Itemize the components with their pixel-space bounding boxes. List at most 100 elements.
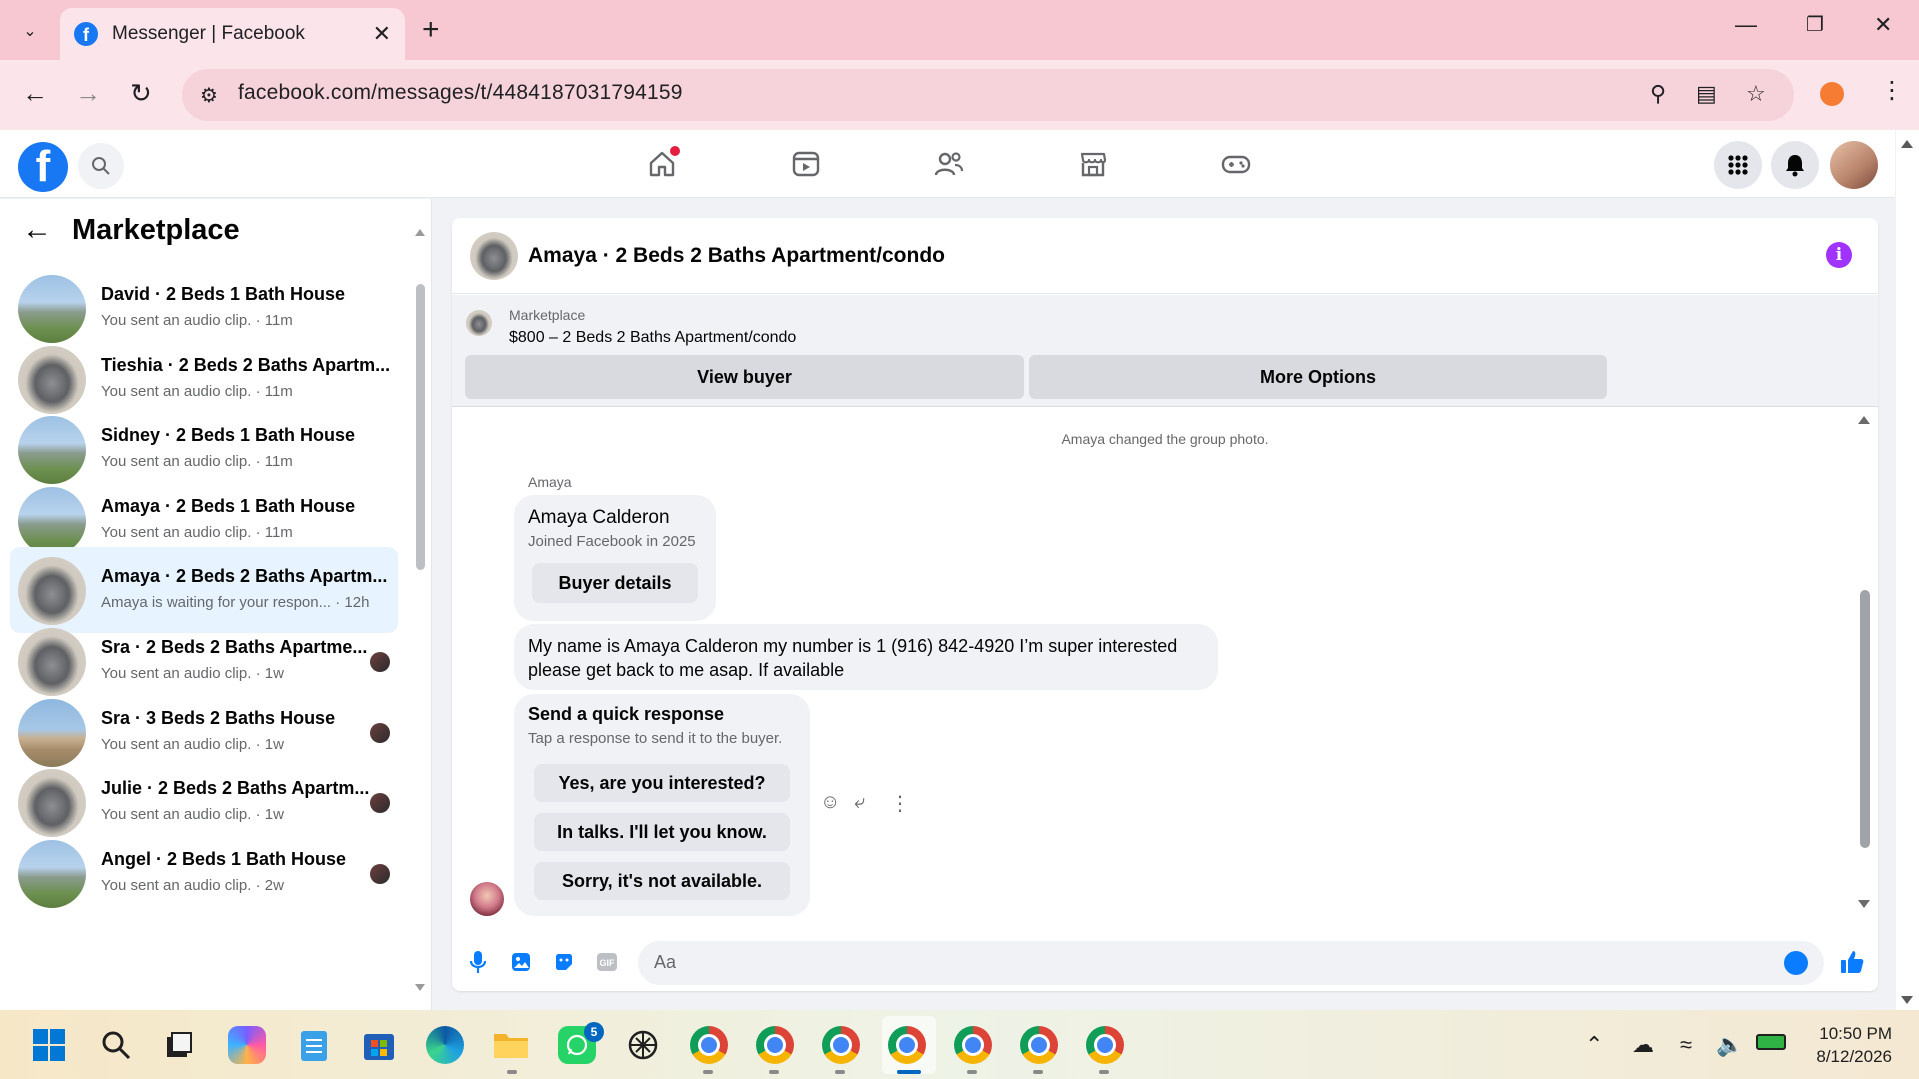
windows-start-icon[interactable] xyxy=(30,1026,68,1064)
system-note: Amaya changed the group photo. xyxy=(1061,431,1269,447)
conversation-title: Tieshia · 2 Beds 2 Baths Apartm... xyxy=(101,354,391,375)
marketplace-title: Marketplace xyxy=(72,213,240,246)
chatgpt-icon[interactable] xyxy=(624,1026,662,1064)
listing-thumbnail[interactable] xyxy=(470,232,518,280)
conversation-preview: You sent an audio clip. · 1w xyxy=(101,735,284,753)
tray-overflow-chevron-icon[interactable]: ⌃ xyxy=(1585,1032,1603,1058)
conversation-title: Sra · 3 Beds 2 Baths House xyxy=(101,707,336,728)
message-bubble[interactable]: My name is Amaya Calderon my number is 1… xyxy=(514,624,1218,690)
zoom-icon[interactable]: ⚲ xyxy=(1650,81,1666,107)
thumbs-up-icon[interactable] xyxy=(1838,948,1866,976)
running-indicator xyxy=(769,1070,779,1074)
conversation-preview: You sent an audio clip. · 11m xyxy=(101,312,293,329)
view-buyer-button[interactable]: View buyer xyxy=(465,355,1024,399)
tab-close-icon[interactable]: ✕ xyxy=(373,21,391,47)
bookmark-star-icon[interactable]: ☆ xyxy=(1746,81,1766,107)
battery-icon[interactable] xyxy=(1756,1034,1786,1050)
chrome-profile-icon-active[interactable] xyxy=(888,1026,926,1064)
listing-thumbnail xyxy=(18,839,86,908)
emoji-picker-icon[interactable] xyxy=(1784,951,1808,975)
back-arrow-icon[interactable]: ← xyxy=(22,213,52,247)
seen-avatar xyxy=(370,793,390,814)
microphone-icon[interactable] xyxy=(464,948,492,976)
quick-reply-not-available[interactable]: Sorry, it's not available. xyxy=(534,862,790,900)
buyer-details-button[interactable]: Buyer details xyxy=(532,563,698,603)
taskbar-clock[interactable]: 10:50 PM 8/12/2026 xyxy=(1800,1022,1892,1068)
more-actions-icon[interactable]: ⋮ xyxy=(890,791,910,816)
reload-icon[interactable]: ↻ xyxy=(130,78,152,108)
volume-icon[interactable]: 🔈 xyxy=(1716,1032,1743,1058)
microsoft-store-icon[interactable] xyxy=(360,1026,398,1064)
url-text[interactable]: facebook.com/messages/t/4484187031794159 xyxy=(238,81,683,105)
chrome-profile-icon[interactable] xyxy=(954,1026,992,1064)
chat-title[interactable]: Amaya · 2 Beds 2 Baths Apartment/condo xyxy=(528,244,945,268)
marketplace-listing-banner: Marketplace $800 – 2 Beds 2 Baths Apartm… xyxy=(452,295,1878,407)
quick-reply-yes[interactable]: Yes, are you interested? xyxy=(534,764,790,802)
marketplace-conversation-list: ← Marketplace David · 2 Beds 1 Bath Hous… xyxy=(0,199,432,1010)
file-explorer-icon[interactable] xyxy=(492,1026,530,1064)
gif-icon[interactable]: GIF xyxy=(593,948,621,976)
forward-icon[interactable]: → xyxy=(75,78,101,108)
message-input[interactable]: Aa xyxy=(638,941,1824,985)
conversation-title: Angel · 2 Beds 1 Bath House xyxy=(101,848,347,869)
clock-time: 10:50 PM xyxy=(1819,1024,1892,1043)
extension-icon[interactable] xyxy=(1820,82,1844,106)
quick-response-subtitle: Tap a response to send it to the buyer. xyxy=(528,730,783,747)
conversation-title: Amaya · 2 Beds 1 Bath House xyxy=(101,495,356,516)
copilot-icon[interactable] xyxy=(228,1026,266,1064)
gaming-nav-icon[interactable] xyxy=(1216,146,1256,182)
running-indicator xyxy=(1099,1070,1109,1074)
browser-menu-icon[interactable]: ⋮ xyxy=(1880,76,1904,105)
chrome-profile-icon[interactable] xyxy=(756,1026,794,1064)
chrome-profile-icon[interactable] xyxy=(1086,1026,1124,1064)
new-tab-button[interactable]: + xyxy=(422,14,440,46)
browser-toolbar: ← → ↻ ⚙ facebook.com/messages/t/44841870… xyxy=(0,60,1919,130)
quick-reply-in-talks[interactable]: In talks. I'll let you know. xyxy=(534,813,790,851)
photo-icon[interactable] xyxy=(507,948,535,976)
window-close-icon[interactable]: ✕ xyxy=(1874,12,1892,38)
friends-nav-icon[interactable] xyxy=(929,146,969,182)
chrome-profile-icon[interactable] xyxy=(1020,1026,1058,1064)
install-app-icon[interactable]: ▤ xyxy=(1696,81,1717,107)
running-indicator xyxy=(703,1070,713,1074)
react-emoji-icon[interactable]: ☺ xyxy=(820,791,840,814)
menu-grid-button[interactable] xyxy=(1714,141,1762,189)
wifi-icon[interactable]: ≈ xyxy=(1680,1032,1692,1058)
onedrive-icon[interactable]: ☁ xyxy=(1632,1032,1654,1058)
facebook-logo-icon[interactable]: f xyxy=(18,142,68,192)
chrome-profile-icon[interactable] xyxy=(822,1026,860,1064)
running-indicator xyxy=(967,1070,977,1074)
facebook-search-button[interactable] xyxy=(78,143,124,189)
marketplace-nav-icon[interactable] xyxy=(1073,146,1113,182)
page-scrollbar[interactable] xyxy=(1896,130,1919,1010)
chrome-icon[interactable] xyxy=(690,1026,728,1064)
edge-icon[interactable] xyxy=(426,1026,464,1064)
video-nav-icon[interactable] xyxy=(786,146,826,182)
back-icon[interactable]: ← xyxy=(22,78,48,108)
browser-tab-active[interactable]: f Messenger | Facebook ✕ xyxy=(60,8,405,60)
more-options-button[interactable]: More Options xyxy=(1029,355,1607,399)
task-view-icon[interactable] xyxy=(160,1026,198,1064)
list-scrollbar-thumb[interactable] xyxy=(416,284,425,570)
info-icon[interactable]: i xyxy=(1826,242,1852,268)
tab-search-button[interactable]: ⌄ xyxy=(12,14,48,48)
buyer-avatar[interactable] xyxy=(470,882,504,916)
buyer-joined: Joined Facebook in 2025 xyxy=(528,533,696,550)
taskbar-search-icon[interactable] xyxy=(97,1026,135,1064)
notepad-icon[interactable] xyxy=(295,1026,333,1064)
restore-icon[interactable]: ❐ xyxy=(1806,12,1824,37)
site-info-icon[interactable]: ⚙ xyxy=(200,83,218,108)
address-bar[interactable]: ⚙ facebook.com/messages/t/44841870317941… xyxy=(182,69,1794,121)
conversation-preview: You sent an audio clip. · 11m xyxy=(101,453,293,471)
chat-panel: Amaya · 2 Beds 2 Baths Apartment/condo i… xyxy=(452,218,1878,991)
chat-scrollbar-thumb[interactable] xyxy=(1860,590,1870,848)
sticker-icon[interactable] xyxy=(550,948,578,976)
notifications-button[interactable] xyxy=(1771,141,1819,189)
conversation-item[interactable]: Angel · 2 Beds 1 Bath House You sent an a… xyxy=(10,830,398,916)
reply-icon[interactable]: ⤶ xyxy=(854,791,865,814)
quick-response-card: Send a quick response Tap a response to … xyxy=(514,694,810,916)
listing-title[interactable]: $800 – 2 Beds 2 Baths Apartment/condo xyxy=(509,329,796,347)
minimize-icon[interactable]: — xyxy=(1735,12,1757,38)
account-avatar[interactable] xyxy=(1830,141,1878,189)
grid-icon xyxy=(1728,155,1748,175)
